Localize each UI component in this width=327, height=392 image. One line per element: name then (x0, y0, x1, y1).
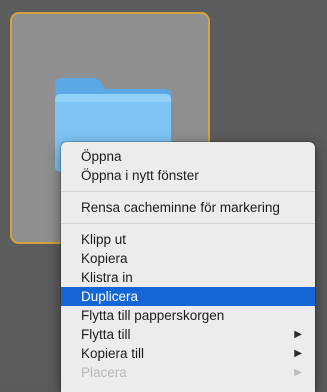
menu-item-label: Flytta till (81, 327, 131, 342)
menu-item-label: Flytta till papperskorgen (81, 308, 225, 323)
menu-item-label: Klipp ut (81, 232, 127, 247)
menu-item-klipp-ut[interactable]: Klipp ut (61, 230, 315, 249)
menu-item-label: Öppna i nytt fönster (81, 168, 199, 183)
menu-item-label: Duplicera (81, 289, 139, 304)
desktop: Öppna Öppna i nytt fönster Rensa cachemi… (0, 0, 327, 392)
menu-item-rensa-cacheminne[interactable]: Rensa cacheminne för markering (61, 198, 315, 217)
menu-item-flytta-till-papperskorgen[interactable]: Flytta till papperskorgen (61, 306, 315, 325)
menu-item-kopiera[interactable]: Kopiera (61, 249, 315, 268)
submenu-arrow-icon: ▶ (294, 329, 302, 340)
menu-item-oppna-i-nytt-fonster[interactable]: Öppna i nytt fönster (61, 166, 315, 185)
menu-item-label: Placera (81, 365, 127, 380)
menu-item-kopiera-till[interactable]: Kopiera till ▶ (61, 344, 315, 363)
context-menu: Öppna Öppna i nytt fönster Rensa cachemi… (61, 142, 315, 392)
menu-item-flytta-till[interactable]: Flytta till ▶ (61, 325, 315, 344)
submenu-arrow-icon: ▶ (294, 348, 302, 359)
submenu-arrow-icon: ▶ (294, 367, 302, 378)
menu-item-label: Klistra in (81, 270, 133, 285)
menu-item-label: Rensa cacheminne för markering (81, 200, 280, 215)
menu-item-oppna[interactable]: Öppna (61, 147, 315, 166)
menu-item-placera: Placera ▶ (61, 363, 315, 382)
menu-item-duplicera[interactable]: Duplicera (61, 287, 315, 306)
menu-item-label: Kopiera (81, 251, 128, 266)
menu-item-label: Kopiera till (81, 346, 145, 361)
menu-item-label: Öppna (81, 149, 122, 164)
menu-separator (61, 191, 315, 192)
menu-item-klistra-in[interactable]: Klistra in (61, 268, 315, 287)
menu-separator (61, 223, 315, 224)
